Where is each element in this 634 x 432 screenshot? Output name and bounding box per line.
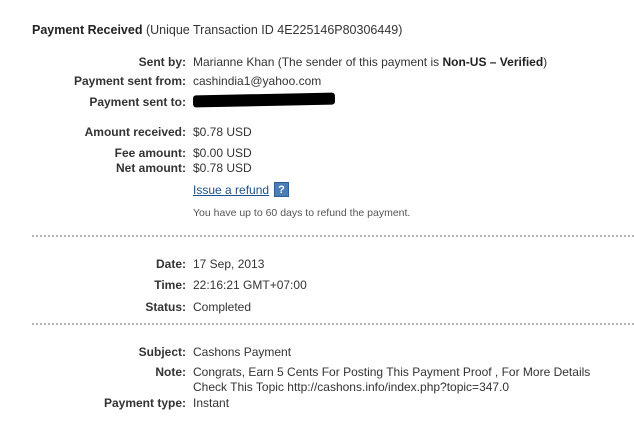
sent-from-value: cashindia1@yahoo.com [193,74,322,88]
payment-type-label: Payment type: [103,396,186,410]
amount-received-label: Amount received: [84,125,186,139]
sender-name: Marianne Khan (The sender of this paymen… [193,55,443,69]
net-amount-value: $0.78 USD [193,161,252,175]
sent-from-label: Payment sent from: [73,74,186,88]
time-value: 22:16:21 GMT+07:00 [193,278,307,292]
title-bold: Payment Received [32,23,143,37]
fee-amount-value: $0.00 USD [193,146,252,160]
section-divider [32,323,634,325]
payment-type-value: Instant [193,396,230,410]
note-label: Note: [155,365,186,379]
sent-by-value: Marianne Khan (The sender of this paymen… [193,55,547,69]
redacted-recipient [192,92,336,108]
note-line-2: Check This Topic http://cashons.info/ind… [193,380,510,394]
section-divider [32,235,634,237]
help-icon[interactable]: ? [274,182,289,197]
date-value: 17 Sep, 2013 [193,257,265,271]
sender-close-paren: ) [543,55,548,69]
page-title: Payment Received (Unique Transaction ID … [32,23,402,37]
status-value: Completed [193,300,252,314]
subject-label: Subject: [138,345,186,359]
issue-refund-link[interactable]: Issue a refund [193,183,269,197]
sent-to-label: Payment sent to: [89,95,186,109]
sent-by-label: Sent by: [138,55,186,69]
subject-value: Cashons Payment [193,345,292,359]
transaction-id: (Unique Transaction ID 4E225146P80306449… [142,23,403,37]
time-label: Time: [154,278,186,292]
net-amount-label: Net amount: [116,161,186,175]
fee-amount-label: Fee amount: [114,146,186,160]
status-label: Status: [145,300,186,314]
refund-window-note: You have up to 60 days to refund the pay… [193,207,411,219]
date-label: Date: [155,257,186,271]
amount-received-value: $0.78 USD [193,125,252,139]
sender-verification-status: Non-US – Verified [442,55,544,69]
note-line-1: Congrats, Earn 5 Cents For Posting This … [193,365,591,379]
